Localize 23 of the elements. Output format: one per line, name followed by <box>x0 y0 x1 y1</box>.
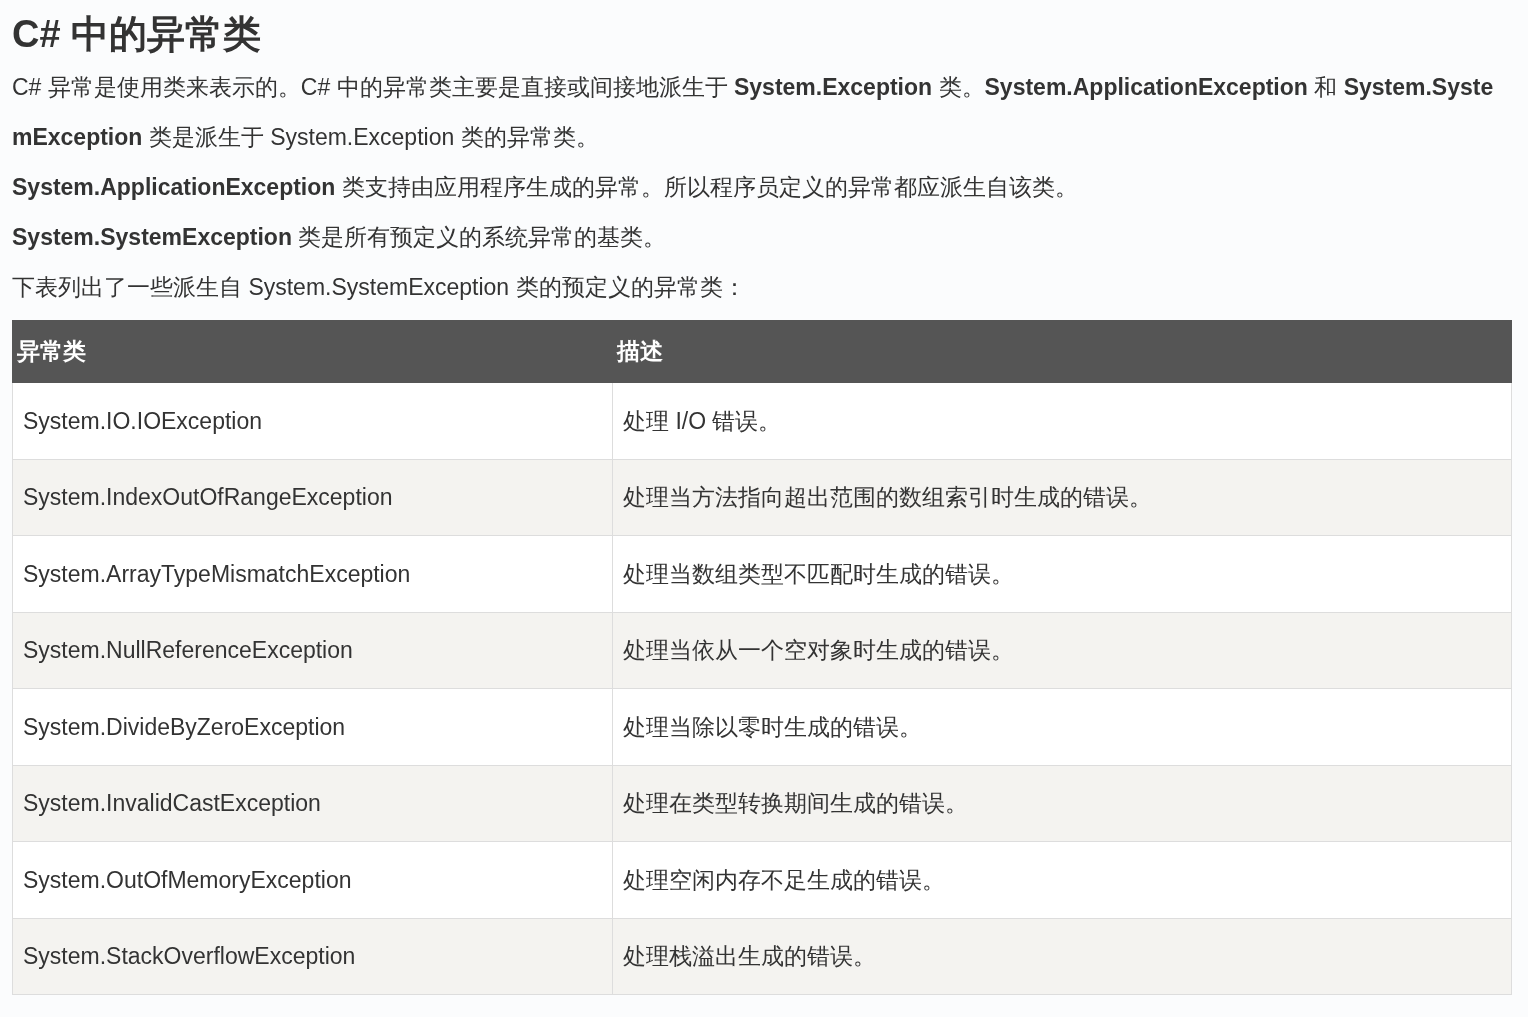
column-header: 描述 <box>612 320 1512 383</box>
table-cell: System.OutOfMemoryException <box>12 841 613 918</box>
paragraph: System.ApplicationException 类支持由应用程序生成的异常。所以程序员定义的异常都应派生自该类。 <box>12 173 1079 202</box>
table-cell: 处理空闲内存不足生成的错误。 <box>612 841 1512 918</box>
table-cell: System.ArrayTypeMismatchException <box>12 535 613 612</box>
table-cell: 处理当除以零时生成的错误。 <box>612 688 1512 765</box>
table-cell: 处理栈溢出生成的错误。 <box>612 918 1512 995</box>
table-cell: 处理 I/O 错误。 <box>612 382 1512 459</box>
paragraph: System.SystemException 类是所有预定义的系统异常的基类。 <box>12 223 668 252</box>
table-cell: 处理当依从一个空对象时生成的错误。 <box>612 612 1512 689</box>
table-cell: System.InvalidCastException <box>12 765 613 842</box>
table-cell: System.NullReferenceException <box>12 612 613 689</box>
table-cell: 处理在类型转换期间生成的错误。 <box>612 765 1512 842</box>
paragraph: C# 异常是使用类来表示的。C# 中的异常类主要是直接或间接地派生于 System.Exception 类。System.ApplicationException 和 System.SystemException 类是派生于 System.Exception 类的异常类。 <box>12 73 1495 152</box>
table-cell: System.DivideByZeroException <box>12 688 613 765</box>
paragraph: 下表列出了一些派生自 System.SystemException 类的预定义的异常类： <box>12 273 747 302</box>
table-cell: 处理当方法指向超出范围的数组索引时生成的错误。 <box>612 459 1512 536</box>
page-heading: C# 中的异常类 <box>12 12 263 57</box>
table-cell: 处理当数组类型不匹配时生成的错误。 <box>612 535 1512 612</box>
table-cell: System.IO.IOException <box>12 382 613 459</box>
table-cell: System.IndexOutOfRangeException <box>12 459 613 536</box>
column-header: 异常类 <box>12 320 613 383</box>
table-cell: System.StackOverflowException <box>12 918 613 995</box>
